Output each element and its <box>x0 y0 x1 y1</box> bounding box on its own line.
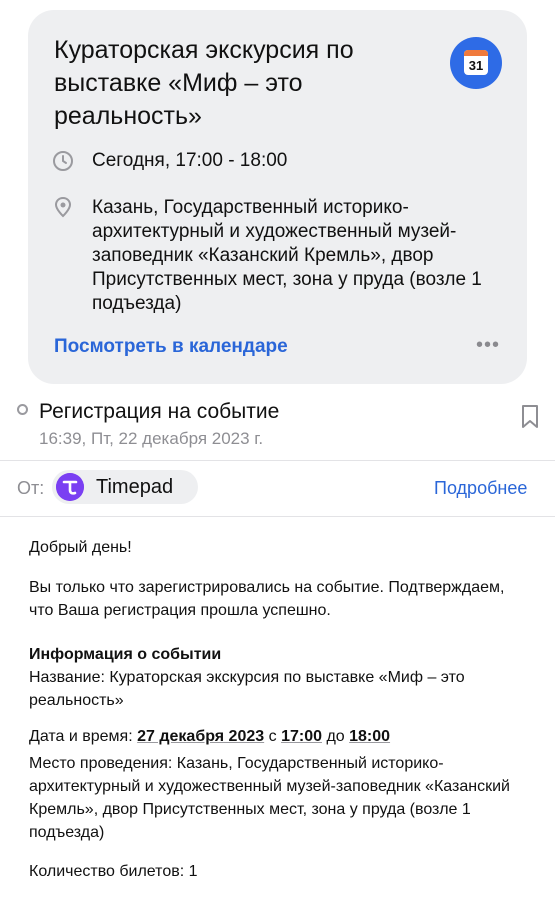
divider <box>0 460 555 461</box>
view-in-calendar-link[interactable]: Посмотреть в календаре <box>54 336 288 358</box>
timepad-logo-icon <box>56 473 84 501</box>
more-icon[interactable]: ••• <box>476 332 502 358</box>
event-datetime-line: Дата и время: 27 декабря 2023 с 17:00 до… <box>29 725 539 748</box>
tickets-label: Количество билетов: <box>29 863 185 880</box>
to-word: до <box>326 728 345 745</box>
name-label: Название: <box>29 669 105 686</box>
from-label: От: <box>17 478 45 498</box>
event-card: Кураторская экскурсия по выставке «Миф –… <box>28 10 527 384</box>
intro-text: Вы только что зарегистрировались на собы… <box>29 579 505 619</box>
location-pin-icon <box>54 196 72 218</box>
sender-name: Timepad <box>96 476 174 498</box>
event-date-value[interactable]: 27 декабря 2023 <box>137 728 264 745</box>
calendar-page-top <box>464 50 488 56</box>
event-place: Казань, Государственный историко-архитек… <box>92 197 482 314</box>
datetime-label: Дата и время: <box>29 728 133 745</box>
event-time: Сегодня, 17:00 - 18:00 <box>92 150 288 171</box>
end-time-value[interactable]: 18:00 <box>349 728 390 745</box>
tickets-line: Количество билетов: 1 <box>29 860 539 883</box>
venue-label: Место проведения: <box>29 755 173 772</box>
event-name-line: Название: Кураторская экскурсия по выста… <box>29 666 524 712</box>
from-word: с <box>268 728 277 745</box>
read-status-dot <box>17 404 28 415</box>
email-subject: Регистрация на событие <box>39 400 280 423</box>
calendar-page: 31 <box>464 50 488 75</box>
greeting: Добрый день! <box>29 539 132 556</box>
details-link[interactable]: Подробнее <box>434 477 527 499</box>
clock-icon <box>53 151 73 171</box>
divider <box>0 516 555 517</box>
info-heading: Информация о событии <box>29 646 222 663</box>
email-date: 16:39, Пт, 22 декабря 2023 г. <box>39 429 264 448</box>
sender-chip[interactable]: Timepad <box>52 470 198 504</box>
bookmark-icon[interactable] <box>520 404 540 430</box>
tickets-value: 1 <box>188 863 198 880</box>
calendar-day-number: 31 <box>468 58 484 73</box>
start-time-value[interactable]: 17:00 <box>281 728 322 745</box>
calendar-icon[interactable]: 31 <box>450 37 502 89</box>
event-title: Кураторская экскурсия по выставке «Миф –… <box>54 36 354 130</box>
event-venue-line: Место проведения: Казань, Государственны… <box>29 752 529 844</box>
